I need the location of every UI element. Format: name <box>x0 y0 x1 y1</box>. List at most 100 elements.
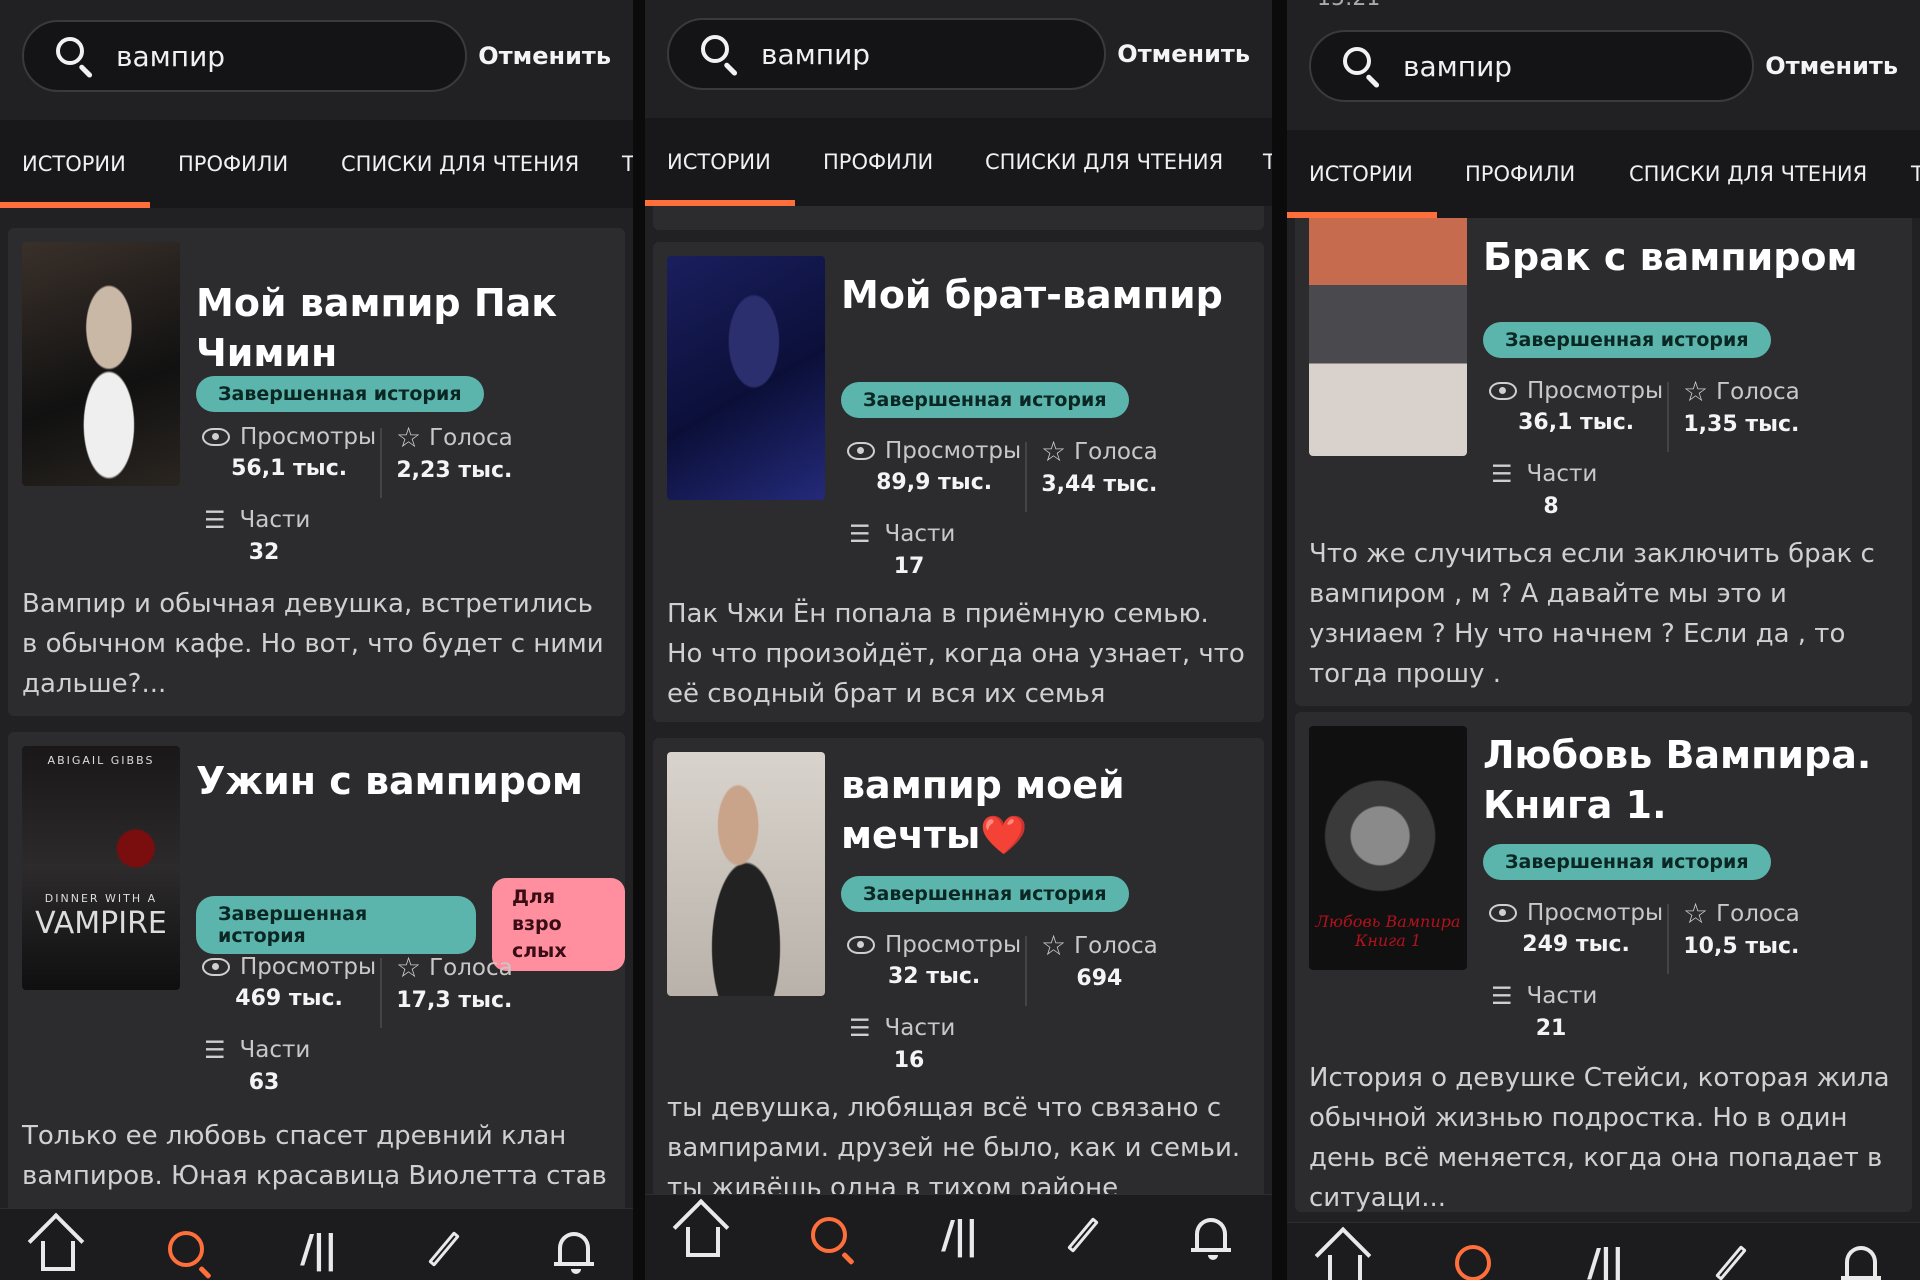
story-cover[interactable]: Любовь Вампира Книга 1 <box>1309 726 1467 970</box>
story-title[interactable]: Мой вампир Пак Чимин <box>196 278 605 378</box>
story-description[interactable]: ты девушка, любящая всё что связано с ва… <box>667 1088 1246 1194</box>
tab-profiles[interactable]: ПРОФИЛИ <box>1465 130 1575 218</box>
story-description[interactable]: Вампир и обычная девушка, встретились в … <box>22 584 607 704</box>
story-stats: Просмотры 36,1 тыс. ☆ Голоса 1,35 тыс. <box>1483 378 1800 458</box>
story-title[interactable]: Брак с вампиром <box>1483 232 1892 282</box>
tab-reading-lists[interactable]: СПИСКИ ДЛЯ ЧТЕНИЯ <box>341 120 579 208</box>
cancel-button[interactable]: Отменить <box>1117 40 1250 68</box>
completed-badge: Завершенная история <box>196 895 476 954</box>
tab-profiles[interactable]: ПРОФИЛИ <box>178 120 288 208</box>
story-stats: Просмотры 32 тыс. ☆ Голоса 694 <box>841 932 1158 1012</box>
story-badges: Завершенная история <box>196 376 484 412</box>
results-list[interactable]: Брак с вампиром Завершенная история Прос… <box>1287 218 1920 1218</box>
screenshot-panel-2: Отменить ИСТОРИИ ПРОФИЛИ СПИСКИ ДЛЯ ЧТЕН… <box>645 0 1272 1280</box>
tab-stories[interactable]: ИСТОРИИ <box>22 120 126 208</box>
cover-text-line: DINNER WITH A <box>44 892 158 905</box>
story-card[interactable]: вампир моей мечты❤️ Завершенная история … <box>653 738 1264 1194</box>
nav-home[interactable] <box>673 1207 733 1263</box>
nav-home[interactable] <box>28 1221 88 1277</box>
views-value: 469 тыс. <box>235 986 343 1011</box>
nav-library[interactable]: /|| <box>1575 1235 1635 1280</box>
notifications-icon <box>554 1232 594 1274</box>
story-description[interactable]: Что же случиться если заключить брак с в… <box>1309 534 1894 694</box>
story-card[interactable]: Брак с вампиром Завершенная история Прос… <box>1295 218 1912 706</box>
search-input[interactable] <box>1403 49 1703 83</box>
cancel-button[interactable]: Отменить <box>1765 52 1898 80</box>
stats-divider <box>1667 382 1669 452</box>
nav-library[interactable]: /|| <box>288 1221 348 1277</box>
views-value: 32 тыс. <box>887 964 981 989</box>
nav-search[interactable] <box>1443 1235 1503 1280</box>
cover-text: Любовь Вампира Книга 1 <box>1315 912 1461 950</box>
story-title[interactable]: Ужин с вампиром <box>196 756 605 806</box>
tabs-bar: ИСТОРИИ ПРОФИЛИ СПИСКИ ДЛЯ ЧТЕНИЯ Т <box>0 120 633 208</box>
parts-value: 21 <box>1535 1016 1567 1041</box>
tab-profiles[interactable]: ПРОФИЛИ <box>823 118 933 206</box>
story-cover[interactable] <box>667 256 825 500</box>
search-bar: Отменить <box>1287 6 1920 126</box>
story-stats: Просмотры 56,1 тыс. ☆ Голоса 2,23 тыс. <box>196 424 513 504</box>
votes-label: Голоса <box>429 425 513 451</box>
parts-value: 17 <box>893 554 925 579</box>
story-card[interactable]: Любовь Вампира Книга 1 Любовь Вампира. К… <box>1295 712 1912 1212</box>
library-icon: /|| <box>300 1227 338 1271</box>
nav-library[interactable]: /|| <box>929 1207 989 1263</box>
story-description[interactable]: Пак Чжи Ён попала в приёмную семью. Но ч… <box>667 594 1246 722</box>
search-field[interactable] <box>667 18 1106 90</box>
views-value: 249 тыс. <box>1522 932 1630 957</box>
story-cover[interactable] <box>22 242 180 486</box>
completed-badge: Завершенная история <box>1483 322 1771 358</box>
story-description[interactable]: История о девушке Стейси, которая жила о… <box>1309 1058 1894 1212</box>
votes-stat: ☆ Голоса 17,3 тыс. <box>396 951 513 1014</box>
nav-write[interactable] <box>1053 1207 1113 1263</box>
nav-write[interactable] <box>1701 1235 1761 1280</box>
eye-icon <box>202 428 230 446</box>
tab-more[interactable]: Т <box>1263 118 1272 206</box>
nav-home[interactable] <box>1315 1235 1375 1280</box>
story-description[interactable]: Только ее любовь спасет древний клан вам… <box>22 1116 607 1196</box>
story-cover[interactable] <box>1309 218 1467 456</box>
story-title[interactable]: вампир моей мечты❤️ <box>841 760 1244 860</box>
story-card[interactable]: ABIGAIL GIBBS DINNER WITH A VAMPIRE Ужин… <box>8 732 625 1208</box>
nav-notifications[interactable] <box>1181 1207 1241 1263</box>
home-icon <box>41 1241 75 1271</box>
nav-search[interactable] <box>156 1221 216 1277</box>
nav-notifications[interactable] <box>1831 1235 1891 1280</box>
parts-stat: ☰ Части 32 <box>204 506 324 565</box>
results-list[interactable]: Мой вампир Пак Чимин Завершенная история… <box>0 208 633 1208</box>
views-value: 89,9 тыс. <box>876 470 993 495</box>
eye-icon <box>1489 904 1517 922</box>
tab-reading-lists[interactable]: СПИСКИ ДЛЯ ЧТЕНИЯ <box>1629 130 1867 218</box>
nav-search[interactable] <box>799 1207 859 1263</box>
story-cover[interactable] <box>667 752 825 996</box>
star-icon: ☆ <box>396 951 422 984</box>
tab-reading-lists[interactable]: СПИСКИ ДЛЯ ЧТЕНИЯ <box>985 118 1223 206</box>
tab-more[interactable]: Т <box>1911 130 1920 218</box>
tab-more[interactable]: Т <box>622 120 633 208</box>
tab-stories[interactable]: ИСТОРИИ <box>1309 130 1413 218</box>
story-cover[interactable]: ABIGAIL GIBBS DINNER WITH A VAMPIRE <box>22 746 180 990</box>
votes-stat: ☆ Голоса 2,23 тыс. <box>396 424 513 484</box>
tab-stories[interactable]: ИСТОРИИ <box>667 118 771 206</box>
story-card[interactable]: Мой вампир Пак Чимин Завершенная история… <box>8 228 625 716</box>
cancel-button[interactable]: Отменить <box>478 42 611 70</box>
home-icon <box>686 1227 720 1257</box>
nav-notifications[interactable] <box>544 1221 604 1277</box>
write-icon <box>1067 1217 1099 1253</box>
views-value: 36,1 тыс. <box>1518 410 1635 435</box>
search-field[interactable] <box>1309 30 1754 102</box>
star-icon: ☆ <box>1683 897 1709 930</box>
search-field[interactable] <box>22 20 467 92</box>
story-card[interactable]: Мой брат-вампир Завершенная история Прос… <box>653 242 1264 722</box>
views-label: Просмотры <box>885 438 1022 464</box>
nav-write[interactable] <box>414 1221 474 1277</box>
search-input[interactable] <box>761 37 1061 71</box>
search-input[interactable] <box>116 39 416 73</box>
parts-value: 16 <box>893 1048 925 1073</box>
story-card-partial[interactable] <box>653 206 1264 230</box>
story-title[interactable]: Любовь Вампира. Книга 1. <box>1483 730 1892 830</box>
search-icon <box>1339 43 1385 89</box>
write-icon <box>428 1231 460 1267</box>
story-title[interactable]: Мой брат-вампир <box>841 270 1244 320</box>
results-list[interactable]: Мой брат-вампир Завершенная история Прос… <box>645 206 1272 1194</box>
